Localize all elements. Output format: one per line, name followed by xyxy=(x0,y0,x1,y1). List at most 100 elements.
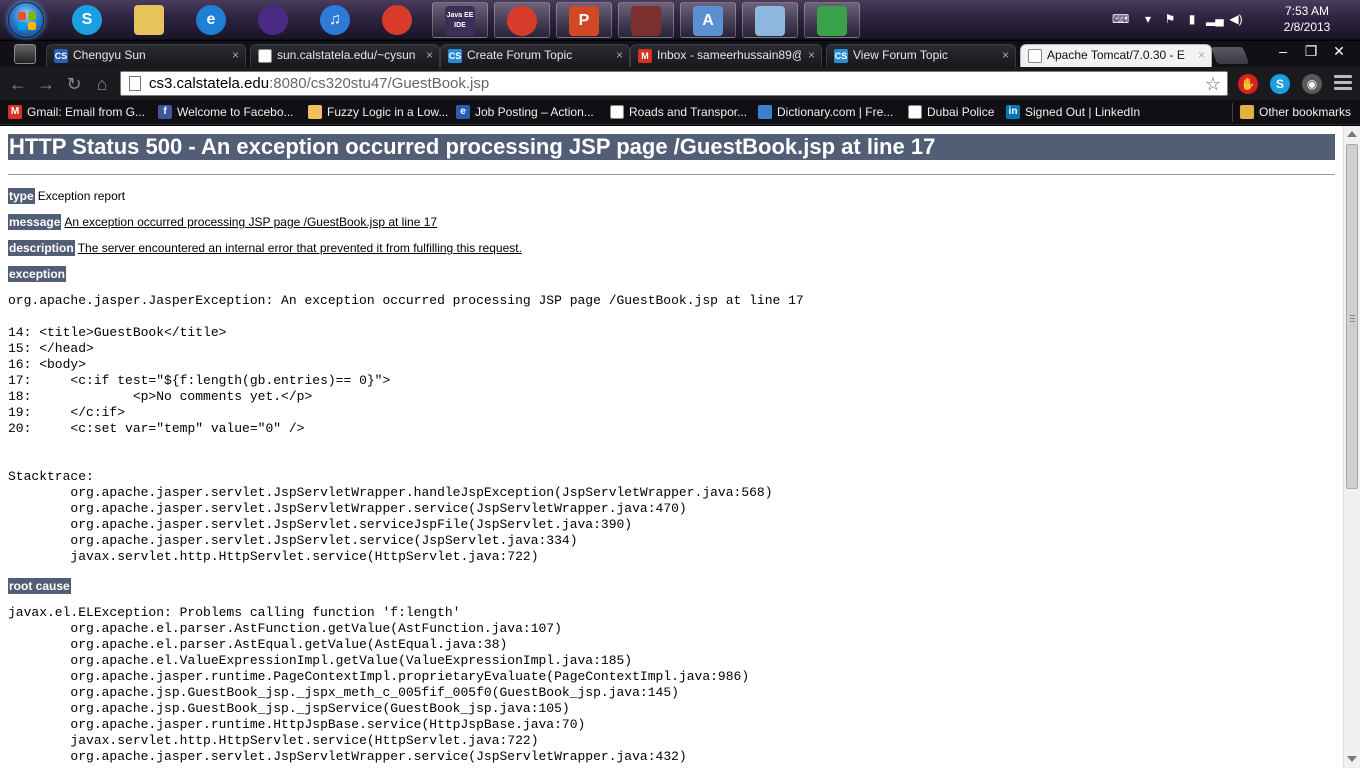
restore-icon[interactable]: ❐ xyxy=(1296,41,1326,61)
taskbar-app-notepad[interactable] xyxy=(742,2,798,38)
bookmark-item[interactable]: Dictionary.com | Fre... xyxy=(758,103,893,121)
message-value: An exception occurred processing JSP pag… xyxy=(64,215,438,229)
taskbar-app-chrome[interactable] xyxy=(370,2,426,38)
taskbar-app-wordpad[interactable]: A xyxy=(680,2,736,38)
tab-2[interactable]: CS Create Forum Topic × xyxy=(440,44,630,67)
tab-close-icon[interactable]: × xyxy=(616,45,623,66)
skype-extension-icon[interactable]: S xyxy=(1270,74,1290,94)
type-row: type Exception report xyxy=(8,188,125,204)
back-icon[interactable]: ← xyxy=(6,72,30,96)
taskbar-app-explorer[interactable] xyxy=(122,2,178,38)
message-label: message xyxy=(8,214,62,230)
taskbar-app-ie[interactable]: e xyxy=(184,2,240,38)
tab-title: Chengyu Sun xyxy=(73,48,146,62)
close-window-icon[interactable]: ✕ xyxy=(1324,41,1354,61)
bookmarks-bar: M Gmail: Email from G... f Welcome to Faceb… xyxy=(0,100,1360,125)
tab-5[interactable]: Apache Tomcat/7.0.30 - E × xyxy=(1020,44,1212,67)
eclipse-icon xyxy=(258,5,288,35)
taskbar-app-network[interactable] xyxy=(804,2,860,38)
ie-icon: e xyxy=(196,5,226,35)
tab-title: Apache Tomcat/7.0.30 - E xyxy=(1047,48,1185,62)
forward-icon[interactable]: → xyxy=(34,72,58,96)
url-host: cs3.calstatela.edu xyxy=(149,75,270,92)
tab-favicon-icon: CS xyxy=(834,49,848,63)
bookmark-icon xyxy=(610,105,624,119)
root-cause-label: root cause xyxy=(8,578,71,594)
adblock-icon[interactable]: ✋ xyxy=(1238,74,1258,94)
taskbar-app-chrome-open[interactable] xyxy=(494,2,550,38)
bookmark-icon xyxy=(308,105,322,119)
bookmark-icon: f xyxy=(158,105,172,119)
tab-1[interactable]: sun.calstatela.edu/~cysun × xyxy=(250,44,440,67)
bookmark-icon xyxy=(1240,105,1254,119)
bookmark-icon xyxy=(758,105,772,119)
tab-close-icon[interactable]: × xyxy=(1002,45,1009,66)
url-text[interactable]: cs3.calstatela.edu:8080/cs320stu47/Guest… xyxy=(149,72,489,95)
root-cause-stacktrace: javax.el.ELException: Problems calling f… xyxy=(8,605,750,764)
chrome-menu-icon[interactable] xyxy=(1334,75,1352,91)
clock[interactable]: 7:53 AM 2/8/2013 xyxy=(1276,3,1338,35)
bookmark-item[interactable]: e Job Posting – Action... xyxy=(456,103,594,121)
scrollbar-thumb[interactable] xyxy=(1346,144,1358,489)
bookmark-label: Job Posting – Action... xyxy=(475,105,594,119)
bookmark-item[interactable]: in Signed Out | LinkedIn xyxy=(1006,103,1140,121)
exception-stacktrace: org.apache.jasper.JasperException: An ex… xyxy=(8,293,804,564)
tab-0[interactable]: CS Chengyu Sun × xyxy=(46,44,246,67)
wordpad-icon: A xyxy=(693,6,723,36)
tab-title: View Forum Topic xyxy=(853,48,948,62)
bookmark-label: Signed Out | LinkedIn xyxy=(1025,105,1141,119)
tab-title: sun.calstatela.edu/~cysun xyxy=(277,48,416,62)
taskbar-app-itunes[interactable]: ♫ xyxy=(308,2,364,38)
flag-icon[interactable]: ⚑ xyxy=(1162,11,1178,27)
explorer-icon xyxy=(134,5,164,35)
bookmark-item[interactable]: Roads and Transpor... xyxy=(610,103,747,121)
tab-title: Inbox - sameerhussain89@ xyxy=(657,48,801,62)
bookmarks-separator xyxy=(1232,103,1233,122)
url-path: :8080/cs320stu47/GuestBook.jsp xyxy=(269,75,490,92)
scroll-grip-icon xyxy=(1350,315,1355,322)
bookmark-item[interactable]: Other bookmarks xyxy=(1240,103,1351,121)
bookmark-star-icon[interactable]: ☆ xyxy=(1205,73,1221,96)
new-tab-button[interactable] xyxy=(1210,47,1250,64)
taskbar-app-java-ee-ide[interactable]: Java EE IDE xyxy=(432,2,488,38)
skype-icon: S xyxy=(72,5,102,35)
signal-icon[interactable]: ▂▄ xyxy=(1206,11,1224,27)
taskbar-app-skype[interactable]: S xyxy=(60,2,116,38)
battery-icon[interactable]: ▮ xyxy=(1184,11,1200,27)
tab-close-icon[interactable]: × xyxy=(426,45,433,66)
bookmark-item[interactable]: Fuzzy Logic in a Low... xyxy=(308,103,448,121)
tab-4[interactable]: CS View Forum Topic × xyxy=(826,44,1016,67)
bookmark-icon: in xyxy=(1006,105,1020,119)
taskbar-app-winrar[interactable] xyxy=(618,2,674,38)
profile-avatar-icon[interactable] xyxy=(14,44,36,64)
scroll-down-icon[interactable] xyxy=(1347,756,1357,762)
minimize-icon[interactable]: – xyxy=(1268,41,1298,61)
divider xyxy=(8,174,1335,175)
home-icon[interactable]: ⌂ xyxy=(90,72,114,96)
chevron-down-icon[interactable]: ▾ xyxy=(1140,11,1156,27)
tab-close-icon[interactable]: × xyxy=(1198,45,1205,66)
tab-3[interactable]: M Inbox - sameerhussain89@ × xyxy=(630,44,822,67)
start-button[interactable] xyxy=(8,2,44,38)
bookmark-item[interactable]: M Gmail: Email from G... xyxy=(8,103,145,121)
type-label: type xyxy=(8,188,35,204)
bookmark-icon: M xyxy=(8,105,22,119)
taskbar-app-powerpoint[interactable]: P xyxy=(556,2,612,38)
winrar-icon xyxy=(631,6,661,36)
bookmark-item[interactable]: f Welcome to Facebo... xyxy=(158,103,294,121)
bookmark-label: Fuzzy Logic in a Low... xyxy=(327,105,449,119)
eye-extension-icon[interactable]: ◉ xyxy=(1302,74,1322,94)
bookmark-label: Dubai Police xyxy=(927,105,995,119)
scroll-up-icon[interactable] xyxy=(1347,131,1357,137)
clock-time: 7:53 AM xyxy=(1284,4,1330,18)
bookmark-item[interactable]: Dubai Police xyxy=(908,103,994,121)
volume-icon[interactable]: ◀) xyxy=(1228,11,1244,27)
tab-close-icon[interactable]: × xyxy=(808,45,815,66)
vertical-scrollbar[interactable] xyxy=(1343,126,1360,768)
tab-close-icon[interactable]: × xyxy=(232,45,239,66)
reload-icon[interactable]: ↻ xyxy=(62,72,86,96)
keyboard-icon[interactable]: ⌨ xyxy=(1112,11,1129,27)
taskbar-app-eclipse[interactable] xyxy=(246,2,302,38)
address-bar[interactable]: cs3.calstatela.edu:8080/cs320stu47/Guest… xyxy=(120,71,1228,96)
java-ee-ide-icon: Java EE IDE xyxy=(445,6,475,36)
